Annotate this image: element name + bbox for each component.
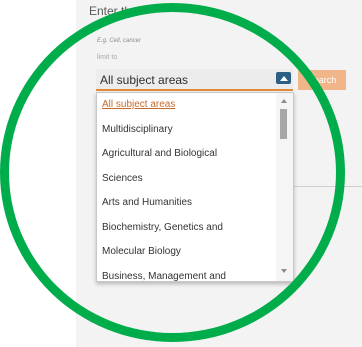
- caret-up-icon: [279, 75, 288, 81]
- dropdown-option-agricultural[interactable]: Agricultural and Biological: [97, 142, 275, 167]
- search-field-label: Enter the: [89, 4, 138, 18]
- dropdown-scrollbar[interactable]: [276, 93, 293, 281]
- dropdown-option-agricultural-cont[interactable]: Sciences: [97, 167, 275, 192]
- scroll-down-arrow-icon[interactable]: [281, 269, 287, 273]
- select-toggle-button[interactable]: [276, 72, 291, 84]
- subject-area-select[interactable]: All subject areas: [96, 69, 293, 91]
- dropdown-option-business[interactable]: Business, Management and: [97, 265, 275, 282]
- limit-to-label: limit to: [97, 54, 118, 61]
- subject-area-list: All subject areas Multidisciplinary Agri…: [97, 93, 275, 282]
- subject-area-select-value: All subject areas: [100, 73, 189, 87]
- dropdown-option-all-subject-areas[interactable]: All subject areas: [97, 93, 275, 118]
- search-button[interactable]: Search: [298, 70, 346, 90]
- subject-area-dropdown: All subject areas Multidisciplinary Agri…: [96, 92, 294, 282]
- scrollbar-thumb[interactable]: [280, 109, 287, 139]
- dropdown-option-arts-humanities[interactable]: Arts and Humanities: [97, 191, 275, 216]
- search-hint: E.g. Cell, cancer: [97, 38, 142, 44]
- dropdown-option-biochemistry[interactable]: Biochemistry, Genetics and: [97, 216, 275, 241]
- scroll-up-arrow-icon[interactable]: [281, 99, 287, 103]
- dropdown-option-biochemistry-cont[interactable]: Molecular Biology: [97, 240, 275, 265]
- dropdown-option-multidisciplinary[interactable]: Multidisciplinary: [97, 118, 275, 143]
